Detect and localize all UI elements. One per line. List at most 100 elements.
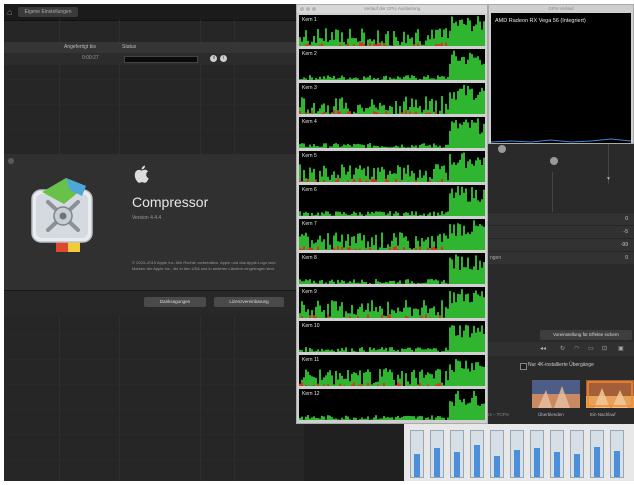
channel-fader[interactable] (450, 430, 464, 478)
license-agreement-button[interactable]: Lizenzvereinbarung (214, 297, 284, 307)
close-button[interactable] (8, 158, 14, 164)
channel-fader[interactable] (430, 430, 444, 478)
core-usage-trace (299, 390, 485, 420)
minimize-button[interactable] (306, 7, 310, 11)
core-usage-trace (299, 16, 485, 46)
table-row[interactable]: 0:00:27 ॥ i (4, 53, 304, 65)
channel-fader[interactable] (610, 430, 624, 478)
thumbnail-image (532, 380, 580, 408)
cpu-window-title: Verlauf der CPU-Auslastung (297, 5, 487, 13)
app-version: Version 4.4.4 (132, 215, 162, 221)
transition-thumbnail[interactable] (532, 380, 580, 408)
fit-icon[interactable]: ⊡ (602, 342, 607, 356)
copyright-text: © 2003–2019 Apple Inc. Alle Rechte vorbe… (132, 260, 276, 271)
knob-control[interactable] (550, 157, 558, 165)
core-usage-trace (299, 50, 485, 80)
close-button[interactable] (300, 7, 304, 11)
column-header-status[interactable]: Status (122, 42, 136, 53)
fader-level (514, 450, 520, 477)
range-icon[interactable]: ▭ (588, 342, 594, 356)
parameter-value: 0 (625, 255, 628, 261)
parameter-row[interactable]: 0 (488, 212, 634, 225)
gpu-usage-trace (491, 138, 631, 143)
channel-fader[interactable] (490, 430, 504, 478)
channel-fader[interactable] (530, 430, 544, 478)
cpu-core-graph: Kern 10 (299, 321, 485, 352)
cpu-core-graph: Kern 12 (299, 389, 485, 420)
cpu-history-window[interactable]: Verlauf der CPU-Auslastung Kern 1 Kern 2 K… (296, 4, 488, 424)
clip-label: rs – TCFN (488, 412, 509, 417)
fader-level (454, 452, 460, 477)
compressor-app-icon (31, 178, 93, 252)
installed-only-checkbox[interactable] (520, 363, 527, 370)
core-label: Kern 2 (302, 51, 317, 57)
channel-fader[interactable] (570, 430, 584, 478)
core-usage-trace (299, 254, 485, 284)
gpu-history-window[interactable]: GPU-Verlauf AMD Radeon RX Vega 56 (Integ… (488, 4, 634, 144)
channel-fader[interactable] (550, 430, 564, 478)
cpu-core-graph: Kern 3 (299, 83, 485, 114)
about-footer: Danksagungen Lizenzvereinbarung (4, 290, 299, 315)
cpu-core-graph: Kern 4 (299, 117, 485, 148)
thumbnail-image (586, 380, 634, 408)
transition-thumbnail[interactable] (586, 380, 634, 408)
cpu-core-graph: Kern 1 (299, 15, 485, 46)
dropdown-arrow-icon[interactable]: ▼ (606, 176, 611, 182)
fader-level (614, 451, 620, 477)
pause-icon[interactable]: ॥ (210, 55, 217, 62)
row-divider (4, 434, 304, 435)
cpu-core-graph: Kern 6 (299, 185, 485, 216)
core-usage-trace (299, 324, 485, 352)
row-divider (4, 79, 304, 80)
queue-table-header: Angefertigt bis Status (4, 42, 304, 53)
about-compressor-window: Compressor Version 4.4.4 © 2003–2019 App… (4, 154, 299, 315)
fader-level (494, 456, 500, 477)
column-header-completed[interactable]: Angefertigt bis (64, 42, 96, 53)
zoom-button[interactable] (312, 7, 316, 11)
core-label: Kern 3 (302, 85, 317, 91)
core-label: Kern 8 (302, 255, 317, 261)
fader-level (434, 448, 440, 477)
channel-fader[interactable] (470, 430, 484, 478)
split-icon[interactable]: ▣ (618, 342, 624, 356)
queue-toolbar: ⌂ Eigene Einstellungen (4, 4, 304, 21)
row-divider (4, 409, 304, 410)
gpu-window-title: GPU-Verlauf (548, 6, 574, 11)
parameter-value: -5 (623, 229, 628, 235)
queue-tab[interactable]: Eigene Einstellungen (18, 7, 78, 17)
knob-control[interactable] (498, 145, 506, 153)
row-divider (4, 359, 304, 360)
loop-icon[interactable]: ↻ (560, 342, 565, 356)
installed-only-label: Nur 4K-installierte Übergänge (528, 362, 594, 368)
fader-level (474, 445, 480, 477)
cpu-core-graph: Kern 7 (299, 219, 485, 250)
core-label: Kern 4 (302, 119, 317, 125)
rewind-icon[interactable]: ◂◂ (540, 342, 546, 356)
row-divider (4, 334, 304, 335)
cpu-core-graph: Kern 2 (299, 49, 485, 80)
transport-bar: ◂◂ ↻ ◠ ▭ ⊡ ▣ (488, 342, 634, 356)
fader-level (414, 454, 420, 477)
core-label: Kern 9 (302, 289, 317, 295)
core-usage-trace (299, 289, 485, 318)
row-divider (4, 104, 304, 105)
parameter-row[interactable]: -5 (488, 225, 634, 238)
parameter-row[interactable]: ngen 0 (488, 251, 634, 264)
core-label: Kern 7 (302, 221, 317, 227)
channel-fader[interactable] (410, 430, 424, 478)
acknowledgements-button[interactable]: Danksagungen (144, 297, 206, 307)
info-icon[interactable]: i (220, 55, 227, 62)
divider (552, 172, 553, 212)
fader-level (574, 454, 580, 477)
app-menu-icon[interactable]: ⌂ (7, 7, 17, 17)
core-usage-trace (299, 84, 485, 114)
thumbnail-label: Überblenden (538, 412, 564, 417)
cpu-core-graph: Kern 5 (299, 151, 485, 182)
save-effect-preset-button[interactable]: Voreinstellung für Effekte sichern (540, 330, 632, 340)
compressor-queue-window: ⌂ Eigene Einstellungen Angefertigt bis S… (4, 4, 304, 481)
headphones-icon[interactable]: ◠ (574, 342, 579, 356)
channel-fader[interactable] (510, 430, 524, 478)
channel-fader[interactable] (590, 430, 604, 478)
core-usage-trace (299, 186, 485, 216)
parameter-row[interactable]: -99 (488, 238, 634, 251)
